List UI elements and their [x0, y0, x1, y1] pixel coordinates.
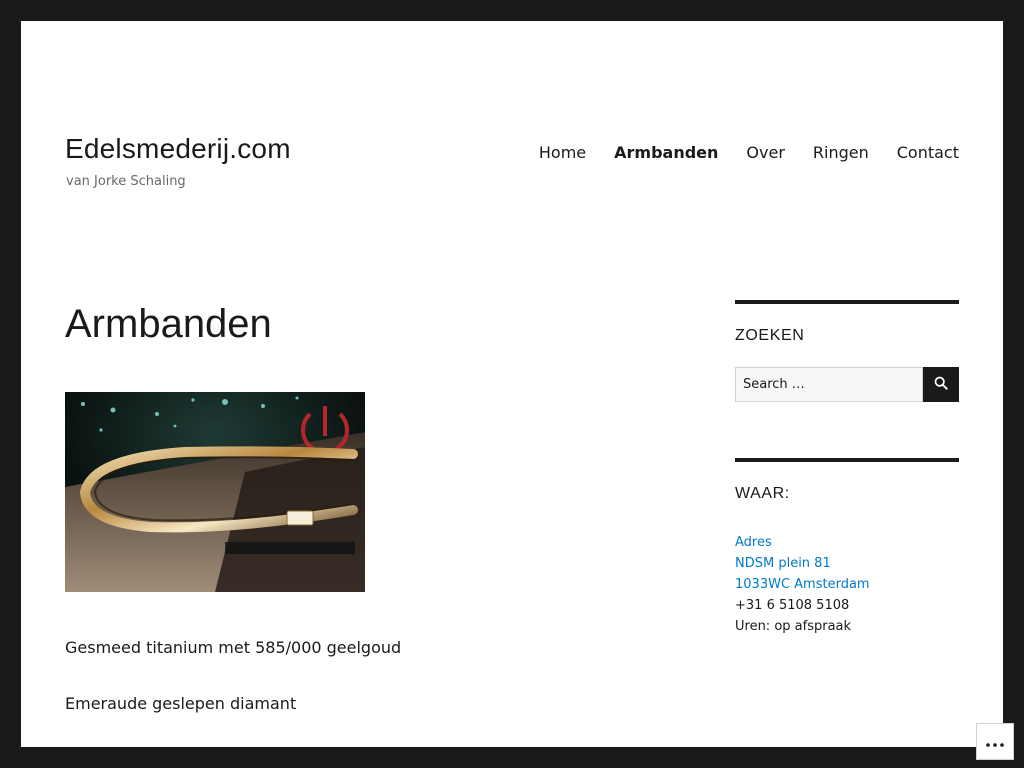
ellipsis-icon — [986, 732, 1004, 751]
nav-item-over[interactable]: Over — [746, 143, 784, 162]
search-icon — [934, 376, 948, 393]
more-options-button[interactable] — [976, 723, 1014, 760]
opening-hours: Uren: op afspraak — [735, 619, 852, 634]
address-link[interactable]: Adres — [735, 532, 959, 553]
search-widget: ZOEKEN — [735, 300, 959, 402]
where-widget: WAAR: Adres NDSM plein 81 1033WC Amsterd… — [735, 458, 959, 637]
nav-item-contact[interactable]: Contact — [897, 143, 959, 162]
site-title-link[interactable]: Edelsmederij.com — [65, 133, 291, 165]
search-widget-title: ZOEKEN — [735, 327, 805, 344]
bracelet-photo — [65, 392, 365, 592]
city-link[interactable]: 1033WC Amsterdam — [735, 574, 959, 595]
search-form — [735, 367, 959, 402]
search-button[interactable] — [923, 367, 959, 402]
widget-divider — [735, 458, 959, 462]
phone-number: +31 6 5108 5108 — [735, 598, 850, 613]
address-block: Adres NDSM plein 81 1033WC Amsterdam +31… — [735, 532, 959, 637]
product-description-material: Gesmeed titanium met 585/000 geelgoud — [65, 638, 402, 657]
nav-item-armbanden[interactable]: Armbanden — [614, 143, 718, 162]
where-widget-title: WAAR: — [735, 485, 790, 502]
page-title: Armbanden — [65, 302, 272, 346]
street-link[interactable]: NDSM plein 81 — [735, 553, 959, 574]
nav-item-home[interactable]: Home — [539, 143, 586, 162]
main-navigation: Home Armbanden Over Ringen Contact — [511, 143, 959, 162]
widget-divider — [735, 300, 959, 304]
search-input[interactable] — [735, 367, 923, 402]
site-description: van Jorke Schaling — [66, 174, 186, 189]
sidebar: ZOEKEN WAAR: Adres NDSM plein 81 — [735, 300, 959, 637]
product-description-stone: Emeraude geslepen diamant — [65, 694, 297, 713]
nav-item-ringen[interactable]: Ringen — [813, 143, 869, 162]
page-container: Edelsmederij.com van Jorke Schaling Home… — [21, 21, 1003, 747]
